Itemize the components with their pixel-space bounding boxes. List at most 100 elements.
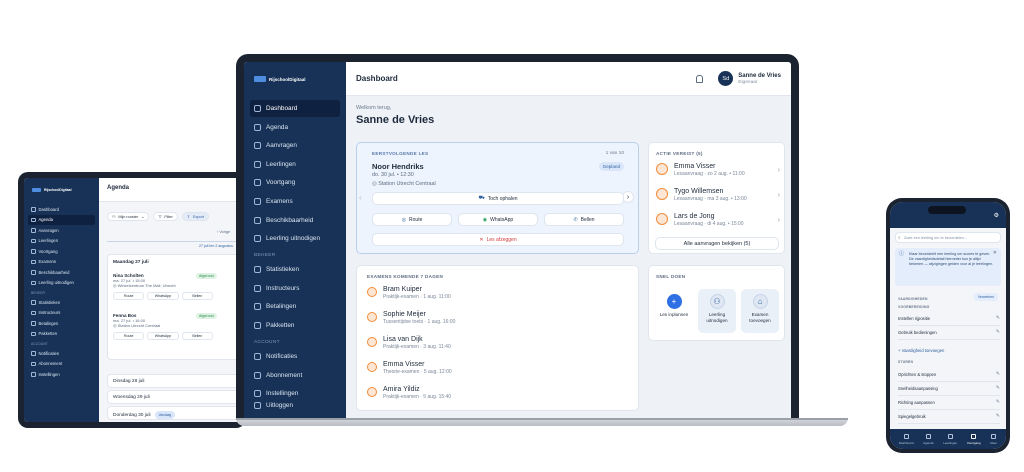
skill-row[interactable]: Instellen rijpositie ✎ <box>898 315 1000 321</box>
day-heading: Woensdag 29 juli <box>113 395 150 400</box>
sidebar-item-aanvragen[interactable]: Aanvragen <box>250 137 340 154</box>
sidebar-item-abonnement[interactable]: Abonnement <box>250 367 340 384</box>
route-button[interactable]: ◎ Route <box>372 213 452 226</box>
tablet-sidebar-item-abonnement[interactable]: Abonnement <box>28 359 95 370</box>
sidebar-item-label: Instructeurs <box>38 310 61 316</box>
edit-icon[interactable]: ✎ <box>996 315 1000 321</box>
whatsapp-button[interactable]: WhatsApp <box>147 332 179 340</box>
phone-icon: ✆ <box>573 216 578 223</box>
skill-row[interactable]: Snelheidsaanpassing ✎ <box>898 385 1000 391</box>
invite-student-tile[interactable]: ⚇ Leerling uitnodigen <box>698 289 736 333</box>
info-banner: ⓘ ✕ Klaar beoordeelt een leerling om sco… <box>895 248 1001 286</box>
topbar: Dashboard Sd Sanne de Vries Eigenaar <box>346 62 791 96</box>
edit-icon[interactable]: ✎ <box>996 399 1000 405</box>
edit-icon[interactable]: ✎ <box>996 329 1000 335</box>
view-all-requests-button[interactable]: Alle aanvragen bekijken (5) <box>655 237 779 250</box>
tablet-section-beheer: BEHEER <box>31 291 45 295</box>
device-showcase: RijschoolDigitaal Dashboard Agenda Aanvrag… <box>0 0 1024 472</box>
previous-week-link[interactable]: ‹ Vorige <box>217 230 230 234</box>
manage-button[interactable]: Verwerken <box>973 293 998 301</box>
day-card-thursday[interactable]: Donderdag 30 juli Vandaag <box>107 406 246 420</box>
exam-item[interactable]: Bram Kuiper Praktijk-examen · 1 aug. 11:0… <box>367 286 451 300</box>
route-button[interactable]: Route <box>113 292 145 300</box>
sidebar-item-label: Examens <box>266 197 293 205</box>
my-schedule-dropdown[interactable]: ⚇ Mijn rooster ⌄ <box>107 212 150 221</box>
sidebar-item-pakketten[interactable]: Pakketten <box>250 317 340 334</box>
tab-agenda[interactable]: Agenda <box>923 433 934 445</box>
skill-row[interactable]: Oprichten & stoppen ✎ <box>898 371 1000 377</box>
logout-button[interactable]: Uitloggen <box>250 397 340 414</box>
add-exam-tile[interactable]: ⌂ Examen toevoegen <box>741 289 779 333</box>
tablet-sidebar-item-leerling-uitnodigen[interactable]: Leerling uitnodigen <box>28 278 95 289</box>
pickup-button[interactable]: ⛟ Toch ophalen <box>372 192 624 205</box>
chevron-left-icon[interactable]: ‹ <box>359 193 362 202</box>
sidebar-item-notificaties[interactable]: Notificaties <box>250 348 340 365</box>
exam-student: Emma Visser <box>383 361 425 368</box>
plan-lesson-tile[interactable]: + Les inplannen <box>655 289 693 333</box>
tablet-sidebar-item-pakketten[interactable]: Pakketten <box>28 329 95 340</box>
tablet-sidebar-item-aanvragen[interactable]: Aanvragen <box>28 225 95 236</box>
tablet-sidebar-item-dashboard[interactable]: Dashboard <box>28 204 95 215</box>
sidebar-item-dashboard[interactable]: Dashboard <box>250 100 340 117</box>
user-menu[interactable]: Sd Sanne de Vries Eigenaar <box>696 71 781 86</box>
tablet-sidebar-item-examens[interactable]: Examens <box>28 257 95 268</box>
edit-icon[interactable]: ✎ <box>996 371 1000 377</box>
day-card-tuesday[interactable]: Dinsdag 28 juli <box>107 374 246 388</box>
exam-item[interactable]: Sophie Meijer Tussentijdse toets · 1 aug.… <box>367 311 455 325</box>
tab-leerlingen[interactable]: Leerlingen <box>943 433 957 445</box>
tablet-sidebar-item-beschikbaarheid[interactable]: Beschikbaarheid <box>28 267 95 278</box>
sidebar-item-voortgang[interactable]: Voortgang <box>250 174 340 191</box>
tablet-sidebar-item-notificaties[interactable]: Notificaties <box>28 348 95 359</box>
tablet-sidebar-item-instructeurs[interactable]: Instructeurs <box>28 308 95 319</box>
tablet-sidebar-item-betalingen[interactable]: Betalingen <box>28 318 95 329</box>
edit-icon[interactable]: ✎ <box>996 413 1000 419</box>
sidebar-item-instructeurs[interactable]: Instructeurs <box>250 280 340 297</box>
filter-button[interactable]: ▽ Filter <box>153 212 178 221</box>
clock-icon <box>656 213 668 225</box>
exam-item[interactable]: Lisa van Dijk Praktijk-examen · 3 aug. 11… <box>367 336 451 350</box>
add-skill-button[interactable]: + Vaardigheid toevoegen <box>898 348 1000 353</box>
whatsapp-button[interactable]: ◉ WhatsApp <box>458 213 538 226</box>
tablet-sidebar-item-leerlingen[interactable]: Leerlingen <box>28 236 95 247</box>
status-badge: Gepland <box>598 162 624 171</box>
request-item[interactable]: Lars de Jong Lesaanvraag · di 4 aug. • 15… <box>656 213 780 227</box>
tablet-sidebar-item-instellingen[interactable]: Instellingen <box>28 369 95 380</box>
export-button[interactable]: ⇪ Export <box>181 212 209 221</box>
sidebar-item-examens[interactable]: Examens <box>250 193 340 210</box>
sidebar-item-betalingen[interactable]: Betalingen <box>250 298 340 315</box>
request-item[interactable]: Tygo Willemsen Lesaanvraag · ma 3 aug. • … <box>656 188 780 202</box>
edit-icon[interactable]: ✎ <box>996 385 1000 391</box>
tablet-sidebar-item-statistieken[interactable]: Statistieken <box>28 297 95 308</box>
exam-item[interactable]: Emma Visser Theorie-examen · 5 aug. 12:00 <box>367 361 452 375</box>
call-button[interactable]: Bellen <box>181 332 213 340</box>
tab-meer[interactable]: Meer <box>990 433 997 445</box>
row-divider <box>898 423 1000 424</box>
skill-row[interactable]: Spiegelgebruik ✎ <box>898 413 1000 419</box>
sidebar-item-agenda[interactable]: Agenda <box>250 119 340 136</box>
route-button[interactable]: Route <box>113 332 145 340</box>
whatsapp-button[interactable]: WhatsApp <box>147 292 179 300</box>
search-input[interactable]: ⌕ Zoek een leerling om te beoordelen... <box>895 232 1001 243</box>
sidebar-item-leerling-uitnodigen[interactable]: Leerling uitnodigen <box>250 230 340 247</box>
call-button[interactable]: ✆ Bellen <box>544 213 624 226</box>
day-card-wednesday[interactable]: Woensdag 29 juli <box>107 390 246 404</box>
sidebar-item-beschikbaarheid[interactable]: Beschikbaarheid <box>250 212 340 229</box>
tablet-sidebar-item-voortgang[interactable]: Voortgang <box>28 246 95 257</box>
sidebar-item-statistieken[interactable]: Statistieken <box>250 261 340 278</box>
sidebar-item-leerlingen[interactable]: Leerlingen <box>250 156 340 173</box>
tab-dashboard[interactable]: Dashboard <box>899 433 914 445</box>
call-button[interactable]: Bellen <box>181 292 213 300</box>
skill-row[interactable]: Richting aanpassen ✎ <box>898 399 1000 405</box>
gear-icon[interactable]: ⚙ <box>994 212 999 219</box>
sidebar-item-label: Aanvragen <box>38 227 59 233</box>
skill-row[interactable]: Gebruik bedieningen ✎ <box>898 329 1000 335</box>
app-logo[interactable]: RijschoolDigitaal <box>250 70 340 88</box>
cancel-lesson-button[interactable]: ✕ Les afzeggen <box>372 233 624 246</box>
tablet-sidebar-item-agenda[interactable]: Agenda <box>28 214 95 225</box>
bell-icon[interactable] <box>696 74 704 83</box>
tab-voortgang[interactable]: Voortgang <box>967 433 981 445</box>
exam-item[interactable]: Amira Yildiz Praktijk-examen · 5 aug. 15:… <box>367 386 451 400</box>
day-card-monday: Maandag 27 juli Nina Scholten ma. 27 jul… <box>107 254 246 360</box>
close-icon[interactable]: ✕ <box>993 251 997 256</box>
request-item[interactable]: Emma Visser Lesaanvraag · zo 2 aug. • 11:… <box>656 163 780 177</box>
